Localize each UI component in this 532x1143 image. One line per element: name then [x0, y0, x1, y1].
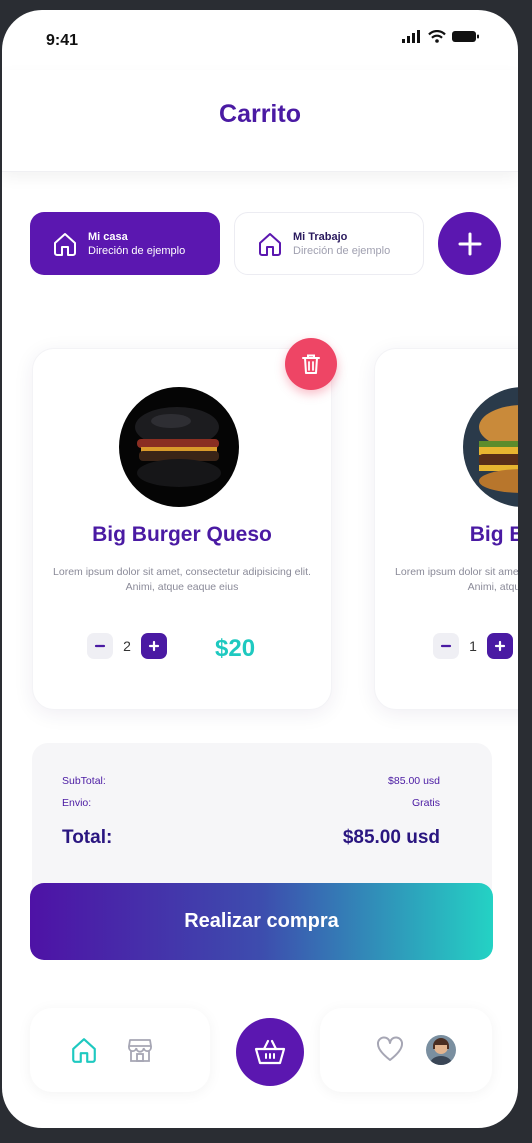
decrease-button[interactable] [433, 633, 459, 659]
subtotal-value: $85.00 usd [388, 775, 440, 787]
product-description: Lorem ipsum dolor sit amet, consectetur … [395, 566, 518, 593]
minus-icon [94, 644, 106, 648]
increase-button[interactable] [487, 633, 513, 659]
nav-home[interactable] [70, 1036, 98, 1064]
nav-favorites[interactable] [376, 1036, 404, 1062]
avatar[interactable] [426, 1035, 456, 1065]
address-title: Mi casa [88, 230, 128, 243]
header: Carrito [2, 70, 518, 172]
trash-icon [302, 354, 320, 374]
quantity-value: 2 [123, 638, 131, 654]
order-summary: SubTotal: $85.00 usd Envio: Gratis Total… [32, 743, 492, 903]
phone-screen: 9:41 Carrito Mi casa Direción de ejemplo… [2, 10, 518, 1128]
product-description: Lorem ipsum dolor sit amet, consectetur … [53, 566, 311, 593]
wifi-icon [428, 30, 446, 43]
decrease-button[interactable] [87, 633, 113, 659]
product-name: Big Burger Queso [92, 523, 272, 546]
bottom-nav-left [30, 1008, 210, 1092]
address-chip-work[interactable]: Mi Trabajo Direción de ejemplo [234, 212, 424, 275]
quantity-stepper: 1 [433, 633, 513, 659]
status-bar: 9:41 [2, 10, 518, 70]
status-icons [402, 30, 480, 43]
battery-icon [452, 31, 479, 42]
product-price: $20 [215, 635, 256, 662]
total-row: Total: $85.00 usd [62, 827, 440, 849]
subtotal-row: SubTotal: $85.00 usd [62, 775, 440, 787]
address-chip-home[interactable]: Mi casa Direción de ejemplo [30, 212, 220, 275]
product-name: Big Burger [469, 523, 518, 546]
shipping-label: Envio: [62, 797, 92, 809]
delete-button[interactable] [285, 338, 337, 390]
quantity-value: 1 [469, 638, 477, 654]
page-title: Carrito [219, 100, 301, 128]
plus-icon [458, 232, 481, 255]
address-title: Mi Trabajo [293, 230, 348, 243]
address-subtitle: Direción de ejemplo [293, 244, 391, 257]
increase-button[interactable] [141, 633, 167, 659]
subtotal-label: SubTotal: [62, 775, 106, 787]
product-card: Big Burger Queso Lorem ipsum dolor sit a… [32, 348, 332, 710]
address-subtitle: Direción de ejemplo [88, 244, 186, 257]
shipping-row: Envio: Gratis [62, 797, 440, 809]
quantity-stepper: 2 [87, 633, 167, 659]
bottom-nav-right [320, 1008, 492, 1092]
store-icon [128, 1039, 152, 1062]
product-card: Big Burger Lorem ipsum dolor sit amet, c… [374, 348, 518, 710]
add-address-button[interactable] [438, 212, 501, 275]
product-image [463, 387, 518, 507]
nav-cart[interactable] [236, 1018, 304, 1086]
home-icon [54, 232, 76, 256]
heart-icon [377, 1036, 403, 1061]
plus-icon [148, 640, 160, 652]
total-value: $85.00 usd [342, 827, 440, 848]
shipping-value: Gratis [411, 797, 440, 809]
home-icon [259, 232, 281, 256]
product-image [119, 387, 239, 507]
home-icon [72, 1038, 96, 1063]
basket-icon [254, 1039, 286, 1065]
signal-icon [402, 30, 420, 43]
checkout-button[interactable]: Realizar compra [30, 883, 493, 960]
minus-icon [440, 644, 452, 648]
nav-store[interactable] [126, 1036, 154, 1064]
plus-icon [494, 640, 506, 652]
status-time: 9:41 [46, 32, 79, 49]
total-label: Total: [62, 827, 113, 848]
